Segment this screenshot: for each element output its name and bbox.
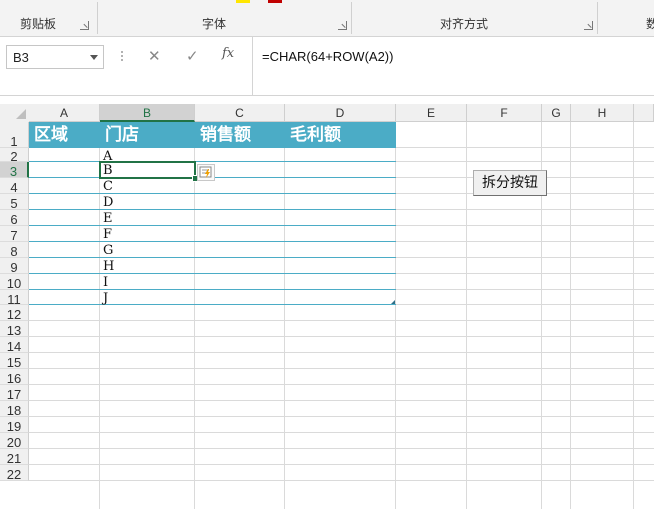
store-cell-d[interactable]: D: [100, 195, 195, 211]
store-cell-a[interactable]: A: [100, 149, 195, 163]
drag-handle-icon[interactable]: [121, 50, 123, 62]
header-cell-store[interactable]: 门店: [100, 122, 195, 148]
table-row-border: [29, 257, 396, 258]
row-header-4[interactable]: 4: [0, 178, 29, 195]
column-header-b[interactable]: B: [100, 104, 195, 122]
store-cell-c[interactable]: C: [100, 179, 195, 195]
column-gridline: [284, 122, 285, 509]
column-gridline: [466, 122, 467, 509]
row-header-15[interactable]: 15: [0, 353, 29, 370]
column-header-e[interactable]: E: [396, 104, 467, 122]
table-row-border: [29, 241, 396, 242]
row-header-20[interactable]: 20: [0, 433, 29, 450]
row-gridline: [29, 448, 654, 449]
header-cell-gross-profit[interactable]: 毛利额: [285, 122, 396, 148]
row-gridline: [29, 336, 654, 337]
row-header-13[interactable]: 13: [0, 321, 29, 338]
row-gridline: [29, 416, 654, 417]
alignment-group-label: 对齐方式: [440, 17, 489, 31]
font-launcher-icon[interactable]: [338, 21, 347, 30]
flash-fill-options-icon[interactable]: [197, 164, 215, 181]
table-row-border: [29, 209, 396, 210]
column-header-h[interactable]: H: [571, 104, 634, 122]
worksheet-grid[interactable]: ABCDEFGH 1 2 3 4 5 6 7 8 9 10 11 12 13 14 15 16 17 18 19 20…: [0, 104, 654, 509]
table-row-border: [29, 161, 396, 162]
row-header-21[interactable]: 21: [0, 449, 29, 466]
table-row-border: [29, 289, 396, 290]
column-header-c[interactable]: C: [195, 104, 285, 122]
row-header-14[interactable]: 14: [0, 337, 29, 354]
store-cell-h[interactable]: H: [100, 259, 195, 275]
table-resize-handle[interactable]: [391, 300, 395, 304]
font-group: 字体: [98, 0, 350, 36]
row-header-5[interactable]: 5: [0, 194, 29, 211]
column-gridline: [395, 122, 396, 509]
row-header-1[interactable]: 1: [0, 122, 29, 149]
ribbon: 剪贴板 字体 对齐方式 数: [0, 0, 654, 37]
split-button[interactable]: 拆分按钮: [473, 170, 547, 196]
insert-function-icon[interactable]: fx: [222, 46, 234, 61]
store-cell-g[interactable]: G: [100, 243, 195, 259]
row-gridline: [29, 432, 654, 433]
column-header-d[interactable]: D: [285, 104, 396, 122]
row-header-9[interactable]: 9: [0, 258, 29, 275]
column-header-next[interactable]: [634, 104, 654, 122]
row-header-16[interactable]: 16: [0, 369, 29, 386]
clipboard-launcher-icon[interactable]: [80, 21, 89, 30]
enter-icon[interactable]: ✓: [186, 47, 199, 65]
store-cell-i[interactable]: I: [100, 275, 195, 291]
store-cell-b[interactable]: B: [100, 163, 195, 179]
row-header-3[interactable]: 3: [0, 162, 29, 179]
clipboard-group: 剪贴板: [0, 0, 96, 36]
name-box[interactable]: B3: [6, 45, 104, 69]
row-gridline: [29, 384, 654, 385]
alignment-group: 对齐方式: [352, 0, 596, 36]
number-group: 数: [598, 0, 654, 36]
font-group-label: 字体: [202, 17, 227, 31]
row-gridline: [29, 320, 654, 321]
cancel-icon[interactable]: ✕: [148, 47, 161, 65]
row-header-22[interactable]: 22: [0, 465, 29, 482]
column-header-g[interactable]: G: [542, 104, 571, 122]
name-box-value: B3: [13, 50, 29, 65]
alignment-launcher-icon[interactable]: [584, 21, 593, 30]
formula-bar: B3 ✕ ✓ fx =CHAR(64+ROW(A2)): [0, 37, 654, 96]
select-all-corner[interactable]: [0, 104, 30, 123]
formula-text: =CHAR(64+ROW(A2)): [262, 49, 394, 64]
column-header-f[interactable]: F: [467, 104, 542, 122]
row-header-2[interactable]: 2: [0, 148, 29, 164]
column-gridline: [633, 122, 634, 509]
row-gridline: [29, 400, 654, 401]
number-group-label: 数: [646, 17, 654, 31]
row-header-10[interactable]: 10: [0, 274, 29, 291]
chevron-down-icon[interactable]: [90, 55, 98, 60]
table-row-border: [29, 304, 396, 305]
column-header-a[interactable]: A: [29, 104, 100, 122]
header-cell-sales[interactable]: 销售额: [195, 122, 285, 148]
row-gridline: [29, 352, 654, 353]
row-header-11[interactable]: 11: [0, 290, 29, 307]
row-header-12[interactable]: 12: [0, 305, 29, 322]
row-gridline: [29, 480, 654, 481]
store-cell-f[interactable]: F: [100, 227, 195, 243]
store-cell-j[interactable]: J: [100, 291, 195, 306]
header-cell-region[interactable]: 区域: [29, 122, 100, 148]
row-header-6[interactable]: 6: [0, 210, 29, 227]
table-row-border: [29, 225, 396, 226]
store-cell-e[interactable]: E: [100, 211, 195, 227]
clipboard-group-label: 剪贴板: [20, 17, 57, 31]
row-header-17[interactable]: 17: [0, 385, 29, 402]
row-header-19[interactable]: 19: [0, 417, 29, 434]
column-gridline: [570, 122, 571, 509]
table-row-border: [29, 193, 396, 194]
row-header-8[interactable]: 8: [0, 242, 29, 259]
row-header-18[interactable]: 18: [0, 401, 29, 418]
table-row-border: [29, 273, 396, 274]
row-header-7[interactable]: 7: [0, 226, 29, 243]
row-gridline: [29, 368, 654, 369]
formula-input[interactable]: =CHAR(64+ROW(A2)): [252, 37, 654, 95]
row-gridline: [29, 464, 654, 465]
